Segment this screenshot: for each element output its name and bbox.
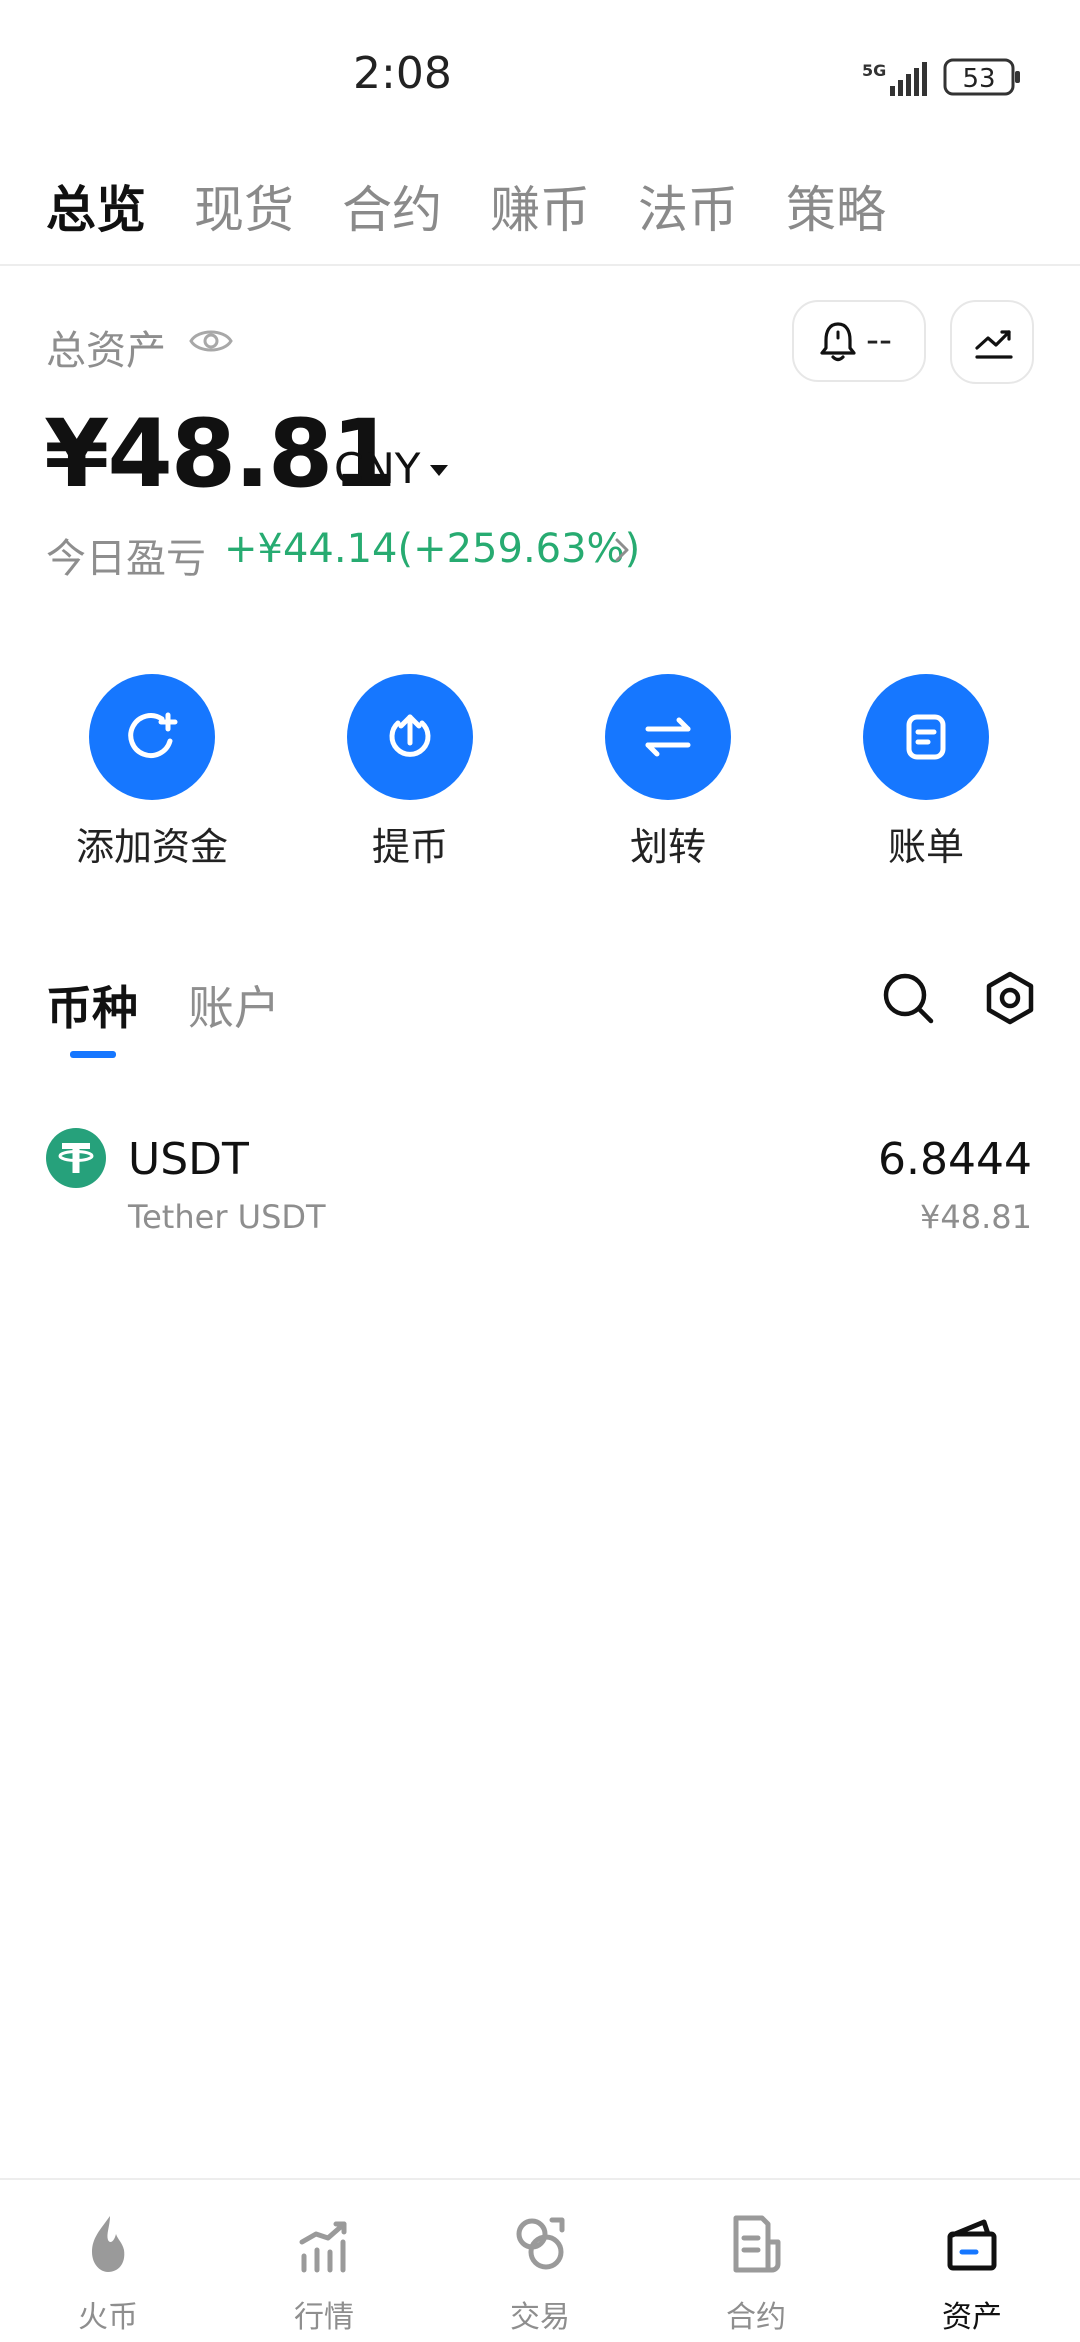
nav-contract-label: 合约 — [726, 2300, 786, 2335]
status-time: 2:08 — [353, 48, 452, 99]
tab-coins[interactable]: 币种 — [46, 972, 138, 1038]
chevron-right-icon[interactable] — [612, 534, 632, 566]
settings-icon[interactable] — [982, 970, 1038, 1026]
alert-value: -- — [866, 320, 892, 361]
bill-button[interactable]: 账单 — [816, 674, 1036, 874]
tab-overview[interactable]: 总览 — [46, 170, 146, 242]
network-type: 5G — [862, 61, 886, 80]
withdraw-label: 提币 — [371, 825, 448, 869]
battery-level: 53 — [962, 64, 995, 94]
nav-market[interactable]: 行情 — [216, 2180, 432, 2342]
market-icon — [299, 2221, 347, 2273]
asset-row-usdt[interactable]: USDT Tether USDT 6.8444 ¥48.81 — [0, 1110, 1080, 1240]
asset-symbol: USDT — [128, 1134, 249, 1185]
nav-home-label: 火币 — [78, 2300, 138, 2335]
withdraw-button[interactable]: 提币 — [300, 674, 520, 874]
tab-futures[interactable]: 合约 — [342, 170, 442, 242]
daily-pnl-value[interactable]: +¥44.14(+259.63%) — [224, 526, 640, 572]
transfer-button[interactable]: 划转 — [558, 674, 778, 874]
wallet-icon — [947, 2219, 997, 2271]
eye-icon[interactable] — [188, 325, 234, 357]
tab-fiat[interactable]: 法币 — [638, 170, 738, 242]
pnl-chart-button[interactable] — [950, 300, 1034, 384]
flame-icon — [92, 2216, 125, 2272]
daily-pnl-label: 今日盈亏 — [46, 536, 206, 582]
bill-label: 账单 — [887, 825, 964, 869]
caret-down-icon[interactable] — [428, 462, 450, 476]
currency-select[interactable]: CNY — [334, 444, 420, 493]
nav-market-label: 行情 — [294, 2300, 354, 2335]
active-tab-indicator — [70, 1051, 116, 1058]
nav-trade[interactable]: 交易 — [432, 2180, 648, 2342]
bottom-nav: 火币 行情 交易 合约 资产 — [0, 2178, 1080, 2340]
nav-assets[interactable]: 资产 — [864, 2180, 1080, 2342]
transfer-icon — [605, 674, 731, 800]
trade-icon — [516, 2217, 565, 2270]
trend-chart-icon — [974, 326, 1014, 362]
tab-strategy[interactable]: 策略 — [786, 170, 886, 242]
asset-name: Tether USDT — [128, 1198, 326, 1236]
battery-icon: 53 — [943, 58, 1023, 98]
asset-value: ¥48.81 — [920, 1198, 1032, 1236]
tab-earn[interactable]: 赚币 — [490, 170, 590, 242]
nav-assets-label: 资产 — [942, 2300, 1002, 2335]
tab-accounts[interactable]: 账户 — [188, 972, 280, 1038]
signal-icon: 5G — [862, 60, 932, 100]
nav-trade-label: 交易 — [510, 2300, 570, 2335]
nav-contract[interactable]: 合约 — [648, 2180, 864, 2342]
nav-home[interactable]: 火币 — [0, 2180, 216, 2342]
search-icon[interactable] — [880, 970, 936, 1026]
add-funds-label: 添加资金 — [75, 825, 228, 869]
tab-divider — [0, 264, 1080, 266]
transfer-label: 划转 — [629, 825, 706, 869]
usdt-logo-icon — [46, 1128, 106, 1188]
price-alert-button[interactable]: -- — [792, 300, 926, 382]
bell-icon — [818, 320, 858, 364]
bill-icon — [863, 674, 989, 800]
asset-amount: 6.8444 — [878, 1134, 1032, 1185]
total-assets-label: 总资产 — [46, 328, 166, 374]
tab-spot[interactable]: 现货 — [194, 170, 294, 242]
withdraw-icon — [347, 674, 473, 800]
contract-icon — [733, 2215, 781, 2273]
add-funds-button[interactable]: 添加资金 — [42, 674, 262, 874]
add-funds-icon — [89, 674, 215, 800]
